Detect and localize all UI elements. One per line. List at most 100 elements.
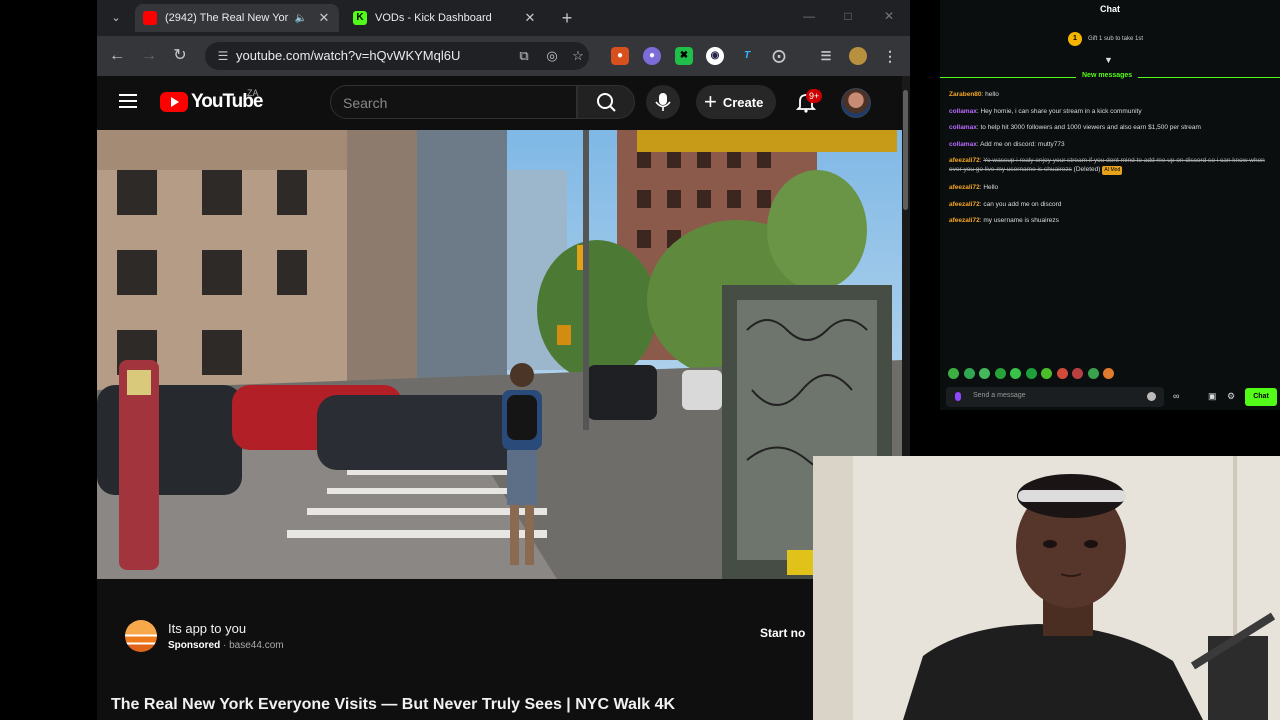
chat-text: my username is shuairezs bbox=[983, 217, 1059, 225]
emote-icon[interactable] bbox=[948, 368, 959, 379]
sponsored-ad[interactable]: Its app to you Sponsored · base44.com St… bbox=[97, 603, 902, 669]
scrollbar-thumb[interactable] bbox=[903, 90, 908, 210]
chat-message-input[interactable]: Send a message bbox=[946, 387, 1164, 407]
emote-icon[interactable] bbox=[1056, 368, 1068, 379]
close-window-icon[interactable]: ✕ bbox=[879, 9, 899, 23]
account-avatar[interactable] bbox=[841, 88, 871, 118]
chat-header: Chat bbox=[1100, 4, 1120, 14]
chat-message: collamax: to help hit 3000 followers and… bbox=[949, 124, 1201, 132]
chat-username[interactable]: collamax bbox=[949, 124, 977, 131]
search-placeholder: Search bbox=[343, 95, 388, 111]
chat-settings-icon[interactable]: ⚙ bbox=[1227, 391, 1235, 402]
microphone-icon bbox=[655, 93, 671, 111]
chat-messages: Zaraben80: hello collamax: Hey homie, i … bbox=[949, 90, 1271, 233]
search-input[interactable]: Search bbox=[330, 85, 577, 119]
bookmark-star-icon[interactable]: ☆ bbox=[569, 48, 587, 64]
extension-tx-icon[interactable]: T bbox=[738, 47, 756, 65]
emote-icon[interactable] bbox=[994, 368, 1006, 379]
emote-icon[interactable] bbox=[1103, 368, 1114, 379]
chat-message: Zaraben80: hello bbox=[949, 91, 999, 98]
plus-icon: + bbox=[704, 89, 717, 114]
chat-username[interactable]: collamax bbox=[949, 108, 977, 115]
voice-search-button[interactable] bbox=[646, 85, 680, 119]
extension-cloud-icon[interactable]: ● bbox=[643, 47, 661, 65]
tab-youtube[interactable]: (2942) The Real New York E 🔈 ✕ bbox=[135, 4, 339, 32]
extension-fox-icon[interactable]: ● bbox=[611, 47, 629, 65]
ad-cta-button[interactable]: Start no bbox=[760, 626, 805, 640]
video-player[interactable] bbox=[97, 130, 902, 579]
chat-send-button[interactable]: Chat bbox=[1245, 388, 1277, 406]
forward-button[interactable]: → bbox=[139, 46, 159, 66]
search-icon bbox=[597, 93, 616, 112]
emote-icon[interactable] bbox=[1025, 368, 1037, 379]
back-button[interactable]: ← bbox=[107, 46, 127, 66]
create-button[interactable]: + Create bbox=[696, 85, 776, 119]
reload-button[interactable]: ↻ bbox=[170, 46, 190, 66]
search-button[interactable] bbox=[577, 85, 635, 119]
site-info-icon[interactable]: ☰ bbox=[215, 48, 231, 64]
address-url[interactable]: youtube.com/watch?v=hQvWKYMql6U bbox=[236, 48, 460, 63]
close-tab-icon[interactable]: ✕ bbox=[317, 10, 331, 26]
emote-icon[interactable] bbox=[963, 368, 975, 379]
webcam-frame bbox=[813, 456, 1280, 720]
tab-search-button[interactable]: ⌄ bbox=[105, 8, 127, 28]
tab-title: (2942) The Real New York E bbox=[165, 12, 289, 24]
emote-icon[interactable] bbox=[1087, 368, 1099, 379]
chat-username[interactable]: afeezali72 bbox=[949, 217, 980, 224]
chat-text: to help hit 3000 followers and 1000 view… bbox=[980, 124, 1201, 132]
emote-icon[interactable] bbox=[1072, 368, 1083, 379]
notification-badge: 9+ bbox=[806, 89, 823, 103]
screen: ⌄ (2942) The Real New York E 🔈 ✕ K VODs … bbox=[0, 0, 1280, 720]
chat-username[interactable]: Zaraben80 bbox=[949, 91, 982, 98]
emote-icon[interactable] bbox=[979, 368, 990, 379]
chat-text: hello bbox=[985, 91, 999, 98]
kick-icon: K bbox=[353, 11, 367, 25]
chat-username[interactable]: collamax bbox=[949, 141, 977, 148]
profile-avatar[interactable] bbox=[849, 47, 867, 65]
chat-message: collamax: Hey homie, i can share your st… bbox=[949, 107, 1142, 115]
pinned-toggle-icon[interactable]: ▼ bbox=[1104, 55, 1113, 65]
ad-title[interactable]: Its app to you bbox=[168, 621, 246, 636]
emote-icon[interactable] bbox=[1041, 368, 1052, 379]
chat-username[interactable]: afeezali72 bbox=[949, 157, 980, 164]
quick-emotes-bar bbox=[948, 368, 1119, 380]
eye-slash-icon[interactable]: ◎ bbox=[543, 48, 561, 64]
youtube-icon bbox=[143, 11, 157, 25]
emote-icon[interactable] bbox=[1010, 368, 1021, 379]
chat-text: Hello bbox=[983, 183, 999, 191]
tab-kick-dashboard[interactable]: K VODs - Kick Dashboard ✕ bbox=[345, 4, 545, 32]
sub-goal-banner[interactable]: 1 Gift 1 sub to take 1st bbox=[1068, 31, 1143, 47]
chat-username[interactable]: afeezali72 bbox=[949, 184, 980, 191]
new-tab-button[interactable]: + bbox=[557, 8, 577, 28]
youtube-header: YouTube ZA Search + Create 9+ bbox=[97, 76, 902, 130]
chat-mic-icon[interactable] bbox=[955, 392, 961, 401]
chat-username[interactable]: afeezali72 bbox=[949, 201, 980, 208]
advertiser-logo[interactable] bbox=[125, 620, 157, 652]
chat-gift-icon[interactable]: ▣ bbox=[1208, 391, 1217, 402]
video-frame bbox=[97, 130, 902, 579]
media-controls-icon[interactable]: ☰ bbox=[817, 47, 835, 65]
extensions-puzzle-icon[interactable]: ⨀ bbox=[770, 47, 788, 65]
tab-strip: ⌄ (2942) The Real New York E 🔈 ✕ K VODs … bbox=[97, 0, 910, 36]
chat-message: afeezali72: can you add me on discord bbox=[949, 200, 1062, 208]
youtube-logo-icon[interactable] bbox=[160, 92, 188, 112]
chat-link-icon[interactable]: ∞ bbox=[1173, 391, 1179, 401]
install-app-icon[interactable]: ⧉ bbox=[515, 48, 533, 64]
address-bar[interactable]: ☰ youtube.com/watch?v=hQvWKYMql6U ⧉ ◎ ☆ bbox=[205, 42, 589, 70]
maximize-icon[interactable]: □ bbox=[838, 9, 858, 23]
browser-menu-icon[interactable]: ⋮ bbox=[881, 47, 899, 65]
speaker-icon[interactable]: 🔈 bbox=[295, 13, 307, 24]
hamburger-menu-icon[interactable] bbox=[119, 94, 137, 108]
create-label: Create bbox=[722, 94, 764, 110]
chat-text: Add me on discord: mutty773 bbox=[980, 140, 1065, 148]
ad-meta: Sponsored · base44.com bbox=[168, 640, 284, 651]
chat-input-placeholder: Send a message bbox=[973, 392, 1026, 399]
country-code: ZA bbox=[247, 88, 259, 98]
minimize-icon[interactable]: — bbox=[799, 9, 819, 23]
extension-grid-icon[interactable]: ✖ bbox=[675, 47, 693, 65]
close-tab-icon[interactable]: ✕ bbox=[523, 10, 537, 26]
browser-toolbar: ← → ↻ ☰ youtube.com/watch?v=hQvWKYMql6U … bbox=[97, 36, 910, 76]
chat-text: can you add me on discord bbox=[983, 200, 1062, 208]
extension-globe-icon[interactable]: ◉ bbox=[706, 47, 724, 65]
emoji-picker-icon[interactable] bbox=[1147, 392, 1156, 401]
